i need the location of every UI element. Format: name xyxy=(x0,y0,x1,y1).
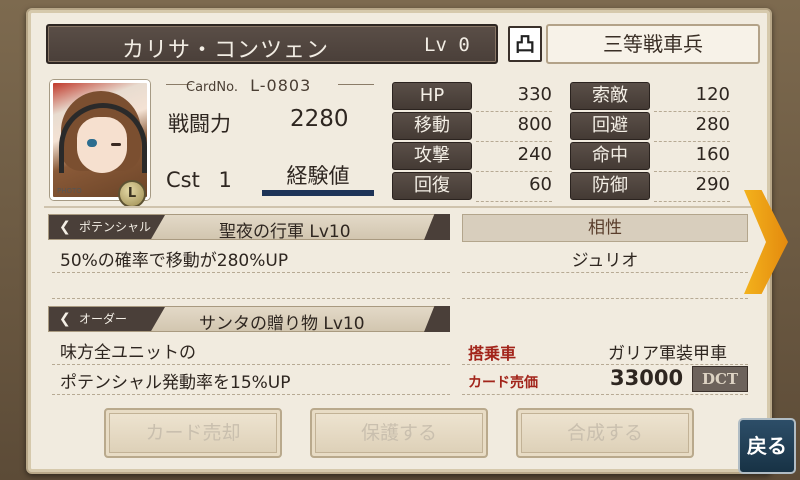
chevron-left-icon: ❮ xyxy=(59,311,71,327)
stat-defense: 防御 290 xyxy=(570,172,730,202)
potential-description: 50%の確率で移動が280%UP xyxy=(60,251,289,271)
class-name: 三等戦車兵 xyxy=(546,24,760,64)
stat-move: 移動 800 xyxy=(392,112,552,142)
exp-bar xyxy=(262,190,374,196)
name-bar: カリサ・コンツェン Lv 0 xyxy=(46,24,498,64)
unit-type-icon: 凸 xyxy=(508,26,542,62)
stat-value: 160 xyxy=(695,144,730,165)
order-title: サンタの贈り物 Lv10 xyxy=(199,314,365,334)
divider xyxy=(44,206,760,208)
stat-label: 移動 xyxy=(392,112,472,140)
character-name: カリサ・コンツェン xyxy=(122,38,330,63)
potential-bar: ❮ ポテンシャル 聖夜の行軍 Lv10 xyxy=(48,214,450,242)
order-tag-label: オーダー xyxy=(79,312,128,326)
protect-button[interactable]: 保護する xyxy=(310,408,488,458)
stat-search: 索敵 120 xyxy=(570,82,730,112)
stat-value: 280 xyxy=(695,114,730,135)
stat-accuracy: 命中 160 xyxy=(570,142,730,172)
order-description-2: ポテンシャル発動率を15%UP xyxy=(60,373,291,393)
stat-value: 290 xyxy=(695,174,730,195)
card-number-label: CardNo. xyxy=(186,80,238,95)
potential-title: 聖夜の行軍 Lv10 xyxy=(219,222,351,242)
combine-button[interactable]: 合成する xyxy=(516,408,694,458)
stat-label: 攻撃 xyxy=(392,142,472,170)
potential-tag-label: ポテンシャル xyxy=(79,220,152,234)
vehicle-name: ガリア軍装甲車 xyxy=(608,344,727,364)
stat-recovery: 回復 60 xyxy=(392,172,552,202)
sell-price-value: 33000 xyxy=(610,366,684,390)
cost: Cst 1 xyxy=(166,168,232,192)
stat-value: 800 xyxy=(517,114,552,135)
sell-card-button[interactable]: カード売却 xyxy=(104,408,282,458)
stat-label: 防御 xyxy=(570,172,650,200)
stat-value: 330 xyxy=(517,84,552,105)
stat-label: 回復 xyxy=(392,172,472,200)
stat-label: 索敵 xyxy=(570,82,650,110)
cost-label: Cst xyxy=(166,168,200,192)
dct-currency-icon: DCT xyxy=(692,366,748,392)
character-level: Lv 0 xyxy=(424,34,470,56)
sell-price-label: カード売価 xyxy=(468,375,538,391)
back-button[interactable]: 戻る xyxy=(738,418,796,474)
order-tag: ❮ オーダー xyxy=(49,307,165,331)
vehicle-label: 搭乗車 xyxy=(468,344,517,363)
power-label: 戦闘力 xyxy=(168,112,231,136)
stat-value: 240 xyxy=(517,144,552,165)
order-bar: ❮ オーダー サンタの贈り物 Lv10 xyxy=(48,306,450,334)
portrait-caption: PHOTO xyxy=(57,187,82,195)
stat-attack: 攻撃 240 xyxy=(392,142,552,172)
order-description-1: 味方全ユニットの xyxy=(60,343,196,363)
stat-value: 60 xyxy=(529,174,552,195)
affinity-name: ジュリオ xyxy=(571,251,639,271)
stat-hp: HP 330 xyxy=(392,82,552,112)
stat-label: HP xyxy=(392,82,472,110)
stat-label: 回避 xyxy=(570,112,650,140)
stat-value: 120 xyxy=(695,84,730,105)
affinity-header: 相性 xyxy=(462,214,748,242)
card-number: CardNo. L-0803 xyxy=(186,76,311,95)
stat-evade: 回避 280 xyxy=(570,112,730,142)
power-value: 2280 xyxy=(290,106,349,132)
card-number-value: L-0803 xyxy=(250,76,312,95)
exp-label: 経験値 xyxy=(286,164,350,188)
stat-label: 命中 xyxy=(570,142,650,170)
rank-badge-icon: L xyxy=(118,180,146,208)
chevron-left-icon: ❮ xyxy=(59,219,71,235)
potential-tag: ❮ ポテンシャル xyxy=(49,215,165,239)
cost-value: 1 xyxy=(218,168,232,192)
